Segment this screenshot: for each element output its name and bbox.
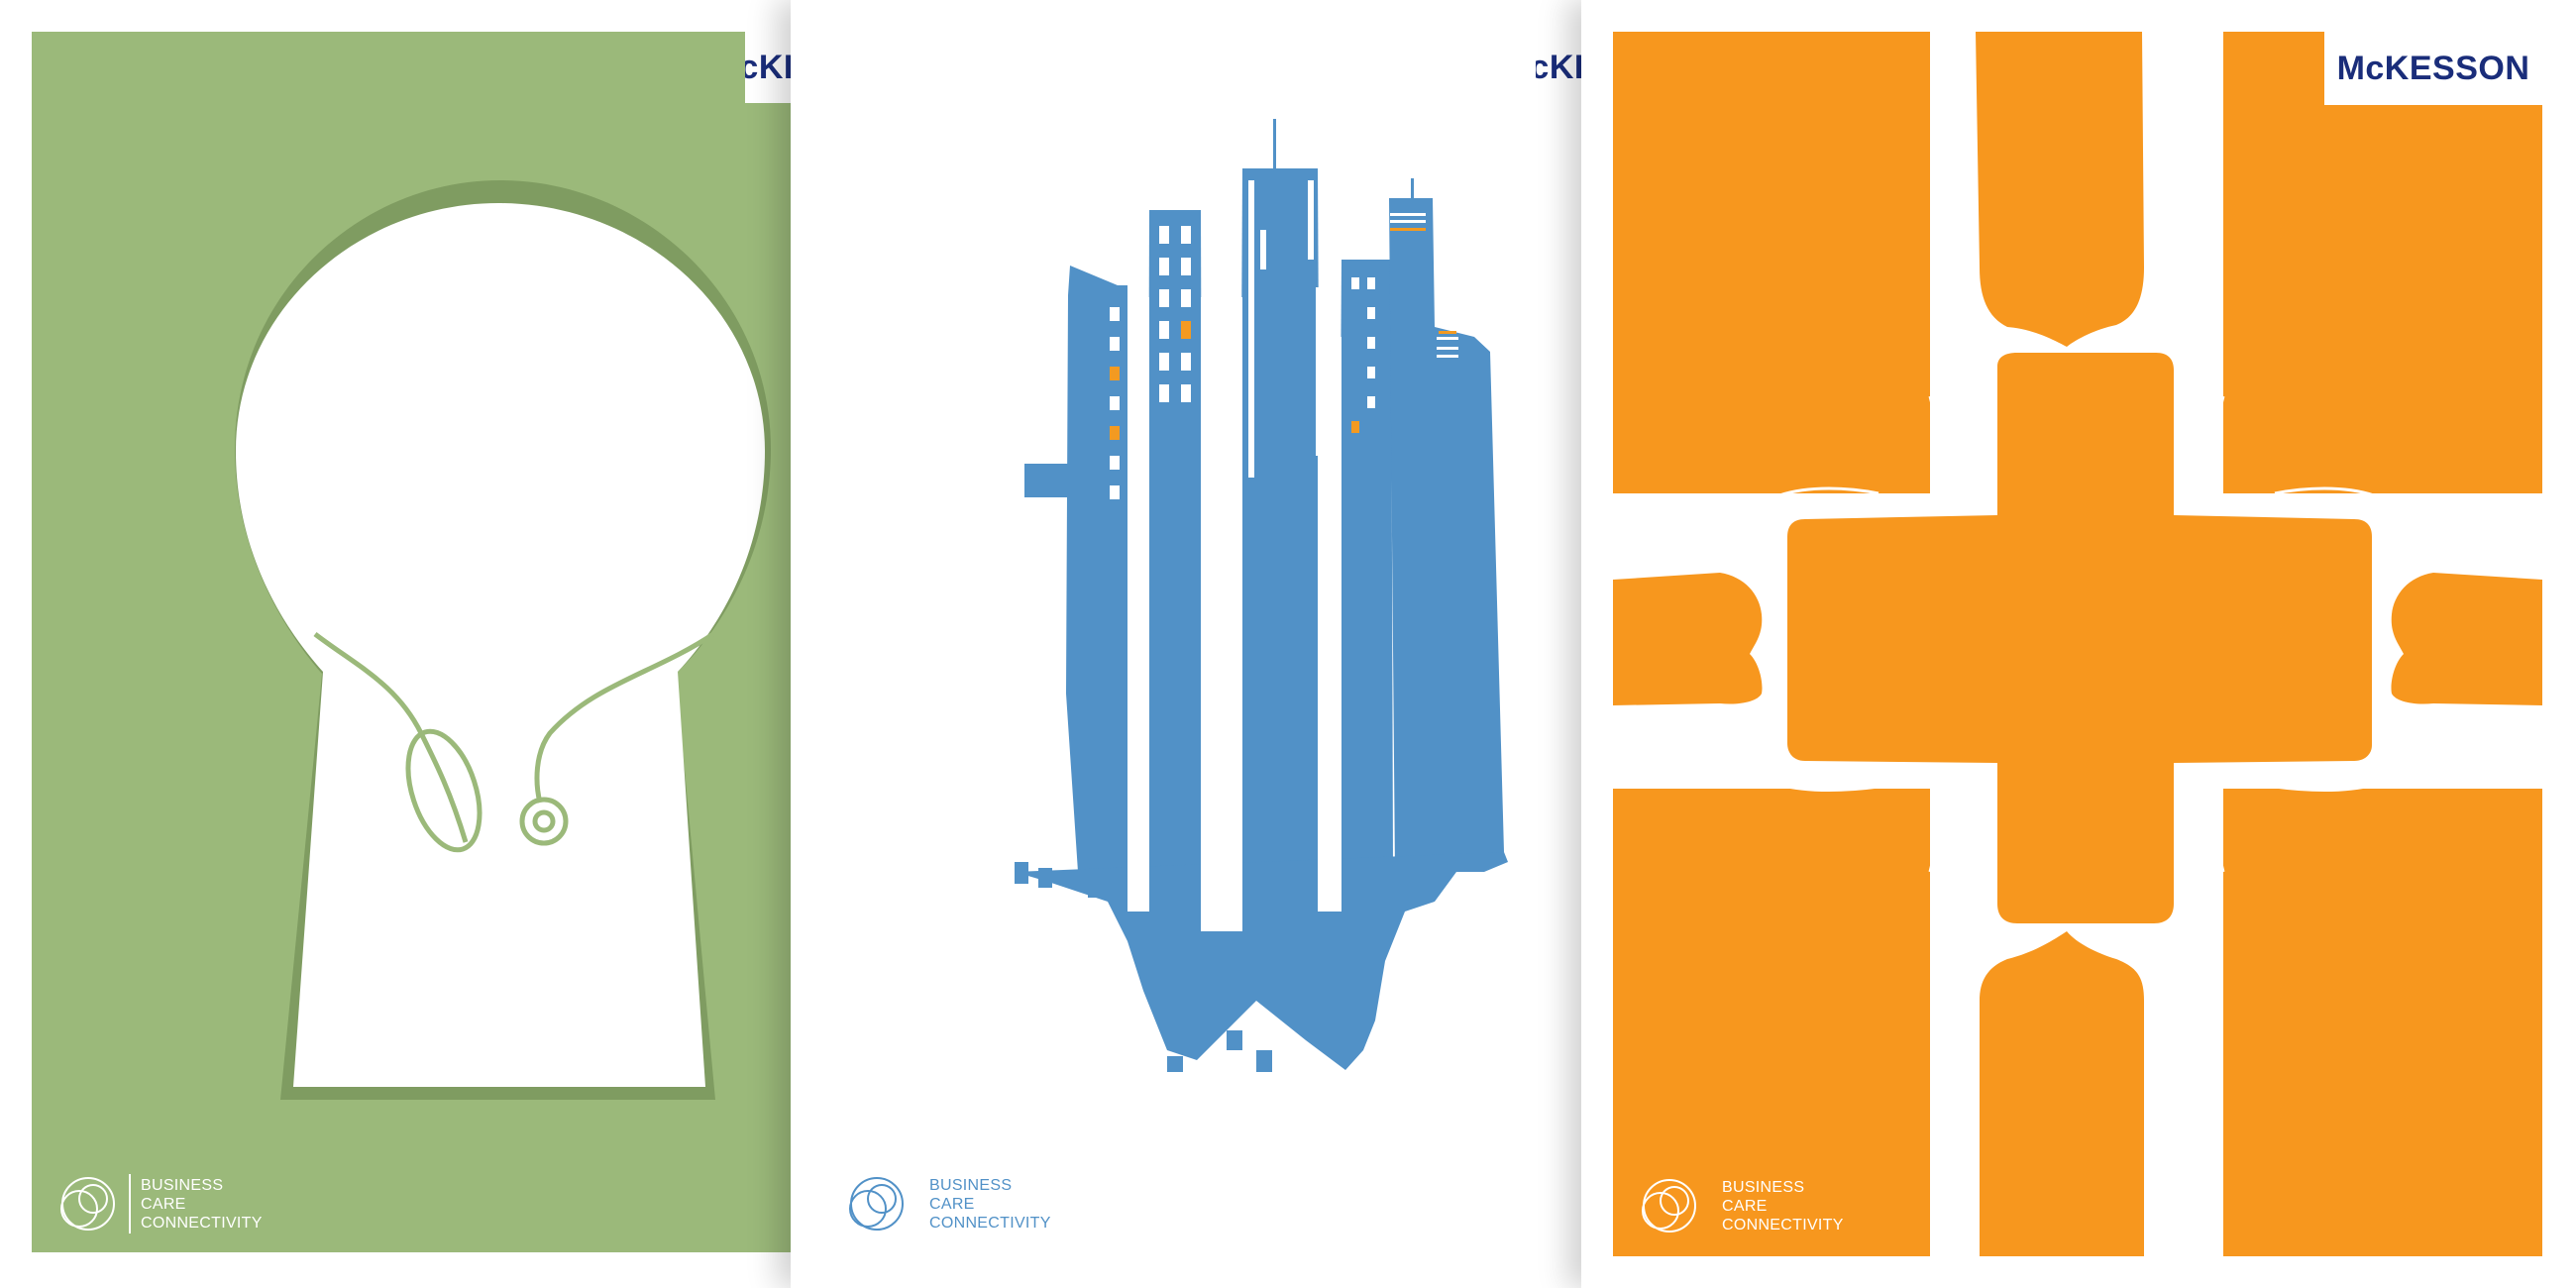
circles-logo-icon bbox=[849, 1177, 904, 1231]
tagline-text: BUSINESS CARE CONNECTIVITY bbox=[141, 1176, 263, 1233]
city-skyline-illustration bbox=[1015, 119, 1508, 1072]
arm-left bbox=[1613, 573, 1763, 705]
tagline-connectivity: CONNECTIVITY bbox=[141, 1214, 263, 1232]
tagline-divider bbox=[1710, 1176, 1712, 1235]
block-top-left bbox=[1613, 32, 1930, 493]
tagline-care: CARE bbox=[929, 1195, 975, 1213]
orange-blocks bbox=[1613, 32, 2542, 1256]
arm-bottom bbox=[1980, 931, 2144, 1256]
keyhole-shape bbox=[236, 203, 765, 1087]
keyhole-stethoscope-illustration bbox=[32, 32, 791, 1252]
tagline-divider bbox=[917, 1174, 919, 1234]
arm-right bbox=[2391, 573, 2542, 705]
tagline-block: BUSINESS CARE CONNECTIVITY bbox=[55, 1173, 263, 1234]
arm-top bbox=[1976, 32, 2144, 347]
block-bottom-right bbox=[2223, 789, 2542, 1256]
circles-logo-icon bbox=[60, 1177, 115, 1231]
poster-hands-cross: McKESSON BUSINESS CARE CONNECTIVITY bbox=[1581, 0, 2576, 1288]
brand-logo-box: McKESSON bbox=[1536, 32, 1581, 103]
brand-logo: McKESSON bbox=[2336, 49, 2530, 87]
brand-logo-box: McKESSON bbox=[745, 32, 791, 103]
tagline-business: BUSINESS bbox=[1722, 1178, 1805, 1196]
tagline-business: BUSINESS bbox=[141, 1176, 224, 1194]
tagline-care: CARE bbox=[1722, 1197, 1768, 1215]
tagline-text: BUSINESS CARE CONNECTIVITY bbox=[1722, 1178, 1844, 1234]
tagline-connectivity: CONNECTIVITY bbox=[929, 1214, 1051, 1232]
brand-logo: McKESSON bbox=[1536, 48, 1581, 86]
tagline-care: CARE bbox=[141, 1195, 186, 1213]
tagline-business: BUSINESS bbox=[929, 1176, 1013, 1194]
poster-keyhole: McKESSON BUSINESS CARE CONNECTIVITY bbox=[0, 0, 791, 1288]
poster-city: McKESSON BUSINESS CARE CONNECTIVITY bbox=[791, 0, 1581, 1288]
tagline-text: BUSINESS CARE CONNECTIVITY bbox=[929, 1176, 1051, 1233]
tagline-block: BUSINESS CARE CONNECTIVITY bbox=[1637, 1175, 1844, 1236]
hands-cross-illustration bbox=[1613, 32, 2542, 1256]
brand-logo-box: McKESSON bbox=[2324, 32, 2542, 105]
tagline-connectivity: CONNECTIVITY bbox=[1722, 1216, 1844, 1234]
building-ledge bbox=[1024, 464, 1070, 497]
tagline-divider bbox=[129, 1174, 131, 1234]
brand-logo: McKESSON bbox=[745, 48, 791, 86]
circles-logo-icon bbox=[1642, 1179, 1696, 1233]
tagline-block: BUSINESS CARE CONNECTIVITY bbox=[844, 1173, 1051, 1234]
